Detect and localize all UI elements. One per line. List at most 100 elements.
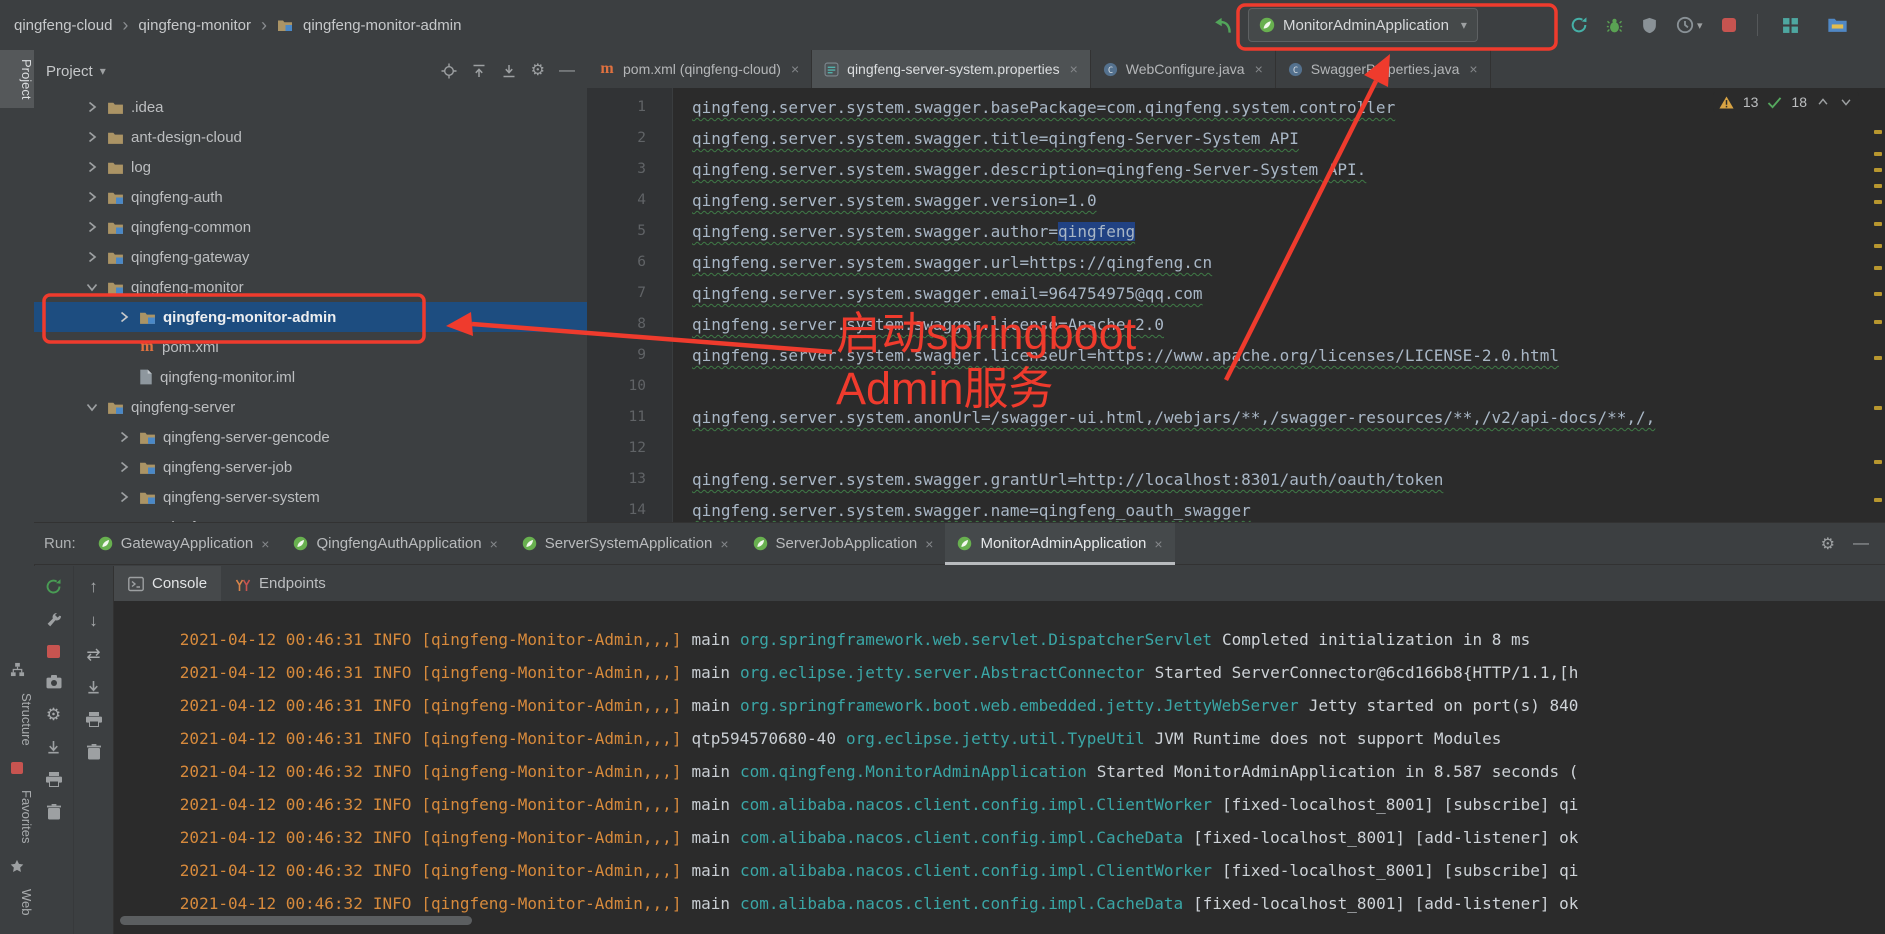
run-tab-label: GatewayApplication (120, 535, 254, 552)
run-tab-serversystem[interactable]: ServerSystemApplication × (510, 523, 741, 565)
close-icon[interactable]: × (720, 536, 728, 552)
print-icon[interactable] (86, 712, 102, 727)
editor-body[interactable]: 1 2 3 4 5 6 7 8 9 10 11 12 13 14 qingfen… (587, 88, 1885, 522)
endpoints-view-tab[interactable]: Endpoints (221, 566, 340, 601)
collapse-all-icon[interactable] (501, 63, 517, 79)
close-icon[interactable]: × (1154, 536, 1162, 552)
tree-item-ant-design-cloud[interactable]: ant-design-cloud (34, 122, 587, 152)
console-toolbar: ↑ ↓ ⇄ (74, 566, 114, 934)
close-icon[interactable]: × (490, 536, 498, 552)
console-view-tab[interactable]: Console (114, 566, 222, 601)
tree-item-qingfeng-auth[interactable]: qingfeng-auth (34, 182, 587, 212)
expand-all-icon[interactable] (471, 63, 487, 79)
close-icon[interactable]: × (1070, 61, 1078, 77)
editor-tab-swaggerproperties[interactable]: SwaggerProperties.java × (1276, 50, 1491, 88)
tool-window-button-web[interactable]: Web (0, 885, 34, 920)
module-icon (107, 280, 124, 295)
typo-check-icon (1767, 96, 1782, 109)
run-tab-qingfengauth[interactable]: QingfengAuthApplication × (281, 523, 509, 565)
tree-item-label: ant-design-cloud (131, 128, 242, 146)
tool-window-button-favorites[interactable]: Favorites (0, 786, 34, 847)
run-tab-gateway[interactable]: GatewayApplication × (86, 523, 282, 565)
code-content[interactable]: qingfeng.server.system.swagger.basePacka… (674, 88, 1871, 522)
code-line: qingfeng.server.system.swagger.author=qi… (692, 222, 1136, 241)
console-output[interactable]: 2021-04-12 00:46:31 INFO [qingfeng-Monitor… (114, 601, 1885, 934)
clear-all-icon[interactable] (47, 804, 61, 820)
maven-icon: m (600, 60, 614, 77)
run-tab-serverjob[interactable]: ServerJobApplication × (741, 523, 946, 565)
module-icon (139, 490, 156, 505)
stop-icon[interactable] (47, 645, 60, 658)
tree-item-qingfeng-gateway[interactable]: qingfeng-gateway (34, 242, 587, 272)
debug-icon[interactable] (1606, 0, 1623, 50)
restore-layout-icon[interactable] (46, 740, 61, 755)
tree-item-qingfeng-server[interactable]: qingfeng-server (34, 392, 587, 422)
project-folders-icon[interactable] (1828, 0, 1847, 50)
horizontal-scrollbar[interactable] (120, 916, 472, 925)
inspections-widget[interactable]: 13 18 (1712, 92, 1859, 112)
scroll-to-end-icon[interactable] (86, 680, 101, 695)
editor-tab-webconfigure[interactable]: WebConfigure.java × (1091, 50, 1276, 88)
settings-icon[interactable]: ⚙ (1821, 534, 1835, 554)
tree-item-pom-xml[interactable]: m pom.xml (34, 332, 587, 362)
close-icon[interactable]: × (1255, 61, 1263, 77)
tree-item-qingfeng-server-test[interactable]: qingfeng-server-test (34, 512, 587, 522)
build-icon[interactable] (1213, 0, 1232, 50)
run-config-selector[interactable]: MonitorAdminApplication ▾ (1248, 0, 1478, 50)
clear-all-icon[interactable] (87, 744, 101, 760)
next-problem-icon[interactable] (1839, 95, 1853, 109)
tree-item-qingfeng-server-job[interactable]: qingfeng-server-job (34, 452, 587, 482)
tree-item-idea[interactable]: .idea (34, 92, 587, 122)
previous-problem-icon[interactable] (1816, 95, 1830, 109)
locate-file-icon[interactable] (441, 63, 457, 79)
tree-item-label: qingfeng-server-job (163, 458, 293, 476)
rerun-application-icon[interactable] (1570, 0, 1588, 50)
hide-panel-icon[interactable]: — (1853, 535, 1869, 553)
up-stack-trace-icon[interactable]: ↑ (89, 578, 98, 595)
down-stack-trace-icon[interactable]: ↓ (89, 612, 98, 629)
tree-item-log[interactable]: log (34, 152, 587, 182)
run-tab-label: ServerJobApplication (775, 535, 918, 552)
stop-square-icon[interactable] (11, 761, 23, 774)
breadcrumb-item-submodule[interactable]: qingfeng-monitor-admin (303, 17, 461, 34)
hide-panel-icon[interactable]: — (559, 63, 575, 79)
tree-item-qingfeng-server-gencode[interactable]: qingfeng-server-gencode (34, 422, 587, 452)
breadcrumb-item-project[interactable]: qingfeng-cloud (14, 17, 112, 34)
rerun-icon[interactable] (45, 578, 62, 595)
star-icon[interactable] (10, 859, 24, 873)
tool-window-button-structure[interactable]: Structure (0, 689, 34, 750)
close-icon[interactable]: × (1469, 61, 1477, 77)
run-toolbar-left: ⚙ (34, 566, 74, 934)
code-line: qingfeng.server.system.swagger.name=qing… (692, 501, 1251, 520)
profiler-icon[interactable]: ▾ (1676, 0, 1703, 50)
thread-dump-icon[interactable] (46, 675, 62, 689)
tree-item-qingfeng-monitor-admin[interactable]: qingfeng-monitor-admin (34, 302, 587, 332)
tool-window-button-project[interactable]: Project (0, 50, 34, 109)
close-icon[interactable]: × (791, 61, 799, 77)
tree-item-qingfeng-server-system[interactable]: qingfeng-server-system (34, 482, 587, 512)
code-line: qingfeng.server.system.anonUrl=/swagger-… (692, 408, 1656, 427)
tree-item-qingfeng-monitor[interactable]: qingfeng-monitor (34, 272, 587, 302)
tree-item-qingfeng-monitor-iml[interactable]: qingfeng-monitor.iml (34, 362, 587, 392)
run-tab-monitoradmin[interactable]: MonitorAdminApplication × (945, 522, 1175, 565)
project-panel-title[interactable]: Project (46, 63, 93, 80)
breadcrumb-item-module[interactable]: qingfeng-monitor (138, 17, 251, 34)
close-icon[interactable]: × (925, 536, 933, 552)
coverage-icon[interactable] (1642, 0, 1657, 50)
error-stripe[interactable] (1871, 88, 1885, 522)
settings-icon[interactable]: ⚙ (46, 706, 61, 723)
code-line: qingfeng.server.system.swagger.url=https… (692, 253, 1213, 272)
editor-tab-properties[interactable]: qingfeng-server-system.properties × (812, 50, 1091, 88)
editor-tab-pom-xml[interactable]: m pom.xml (qingfeng-cloud) × (587, 50, 813, 88)
tree-item-label: qingfeng-server-system (163, 488, 320, 506)
settings-icon[interactable]: ⚙ (531, 63, 545, 79)
code-line: qingfeng.server.system.swagger.grantUrl=… (692, 470, 1444, 489)
print-icon[interactable] (46, 772, 62, 787)
soft-wrap-icon[interactable]: ⇄ (86, 646, 100, 663)
edit-configuration-icon[interactable] (46, 612, 62, 628)
grid-icon[interactable] (1782, 0, 1799, 50)
close-icon[interactable]: × (261, 536, 269, 552)
stop-icon[interactable] (1722, 0, 1736, 50)
structure-icon[interactable] (10, 662, 25, 677)
tree-item-qingfeng-common[interactable]: qingfeng-common (34, 212, 587, 242)
